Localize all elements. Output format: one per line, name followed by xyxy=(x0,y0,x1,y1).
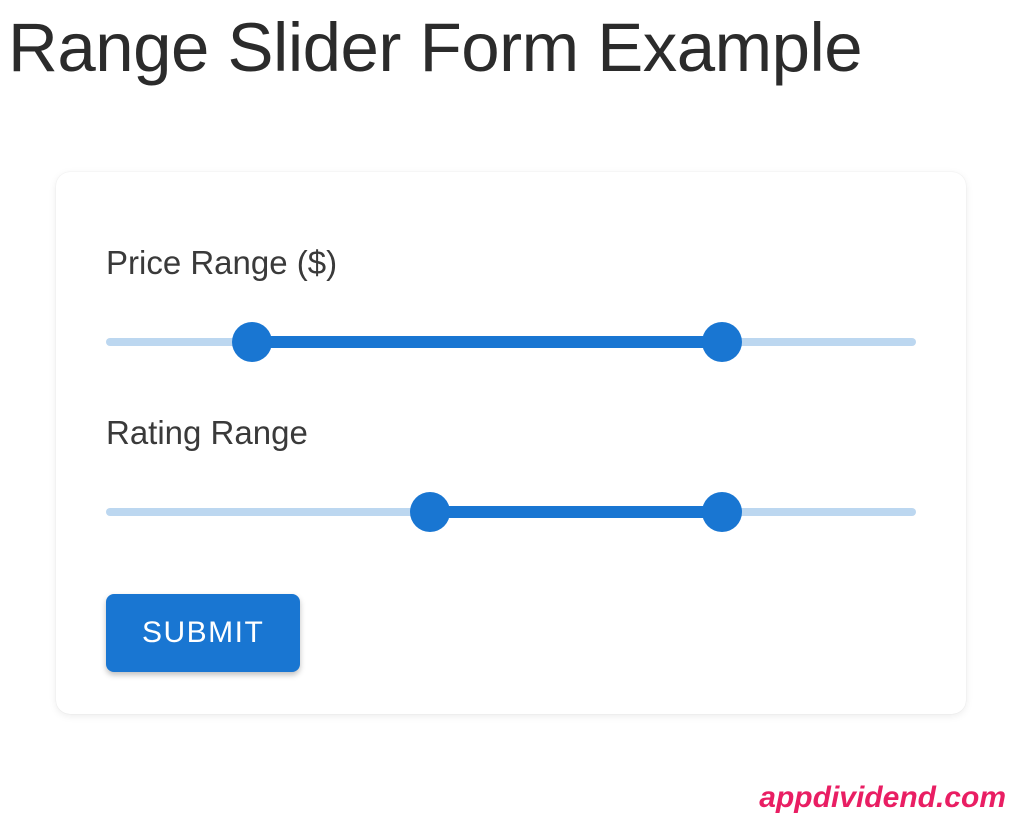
slider-track xyxy=(430,506,722,518)
page-title: Range Slider Form Example xyxy=(0,0,1024,87)
price-range-group: Price Range ($) xyxy=(106,244,916,362)
slider-thumb-low[interactable] xyxy=(410,492,450,532)
slider-thumb-high[interactable] xyxy=(702,492,742,532)
rating-range-group: Rating Range xyxy=(106,414,916,532)
slider-thumb-low[interactable] xyxy=(232,322,272,362)
slider-thumb-high[interactable] xyxy=(702,322,742,362)
submit-button[interactable]: SUBMIT xyxy=(106,594,300,672)
rating-range-slider[interactable] xyxy=(106,492,916,532)
form-card: Price Range ($) Rating Range SUBMIT xyxy=(56,172,966,714)
price-range-label: Price Range ($) xyxy=(106,244,916,282)
rating-range-label: Rating Range xyxy=(106,414,916,452)
price-range-slider[interactable] xyxy=(106,322,916,362)
slider-track xyxy=(252,336,722,348)
watermark: appdividend.com xyxy=(759,781,1006,815)
